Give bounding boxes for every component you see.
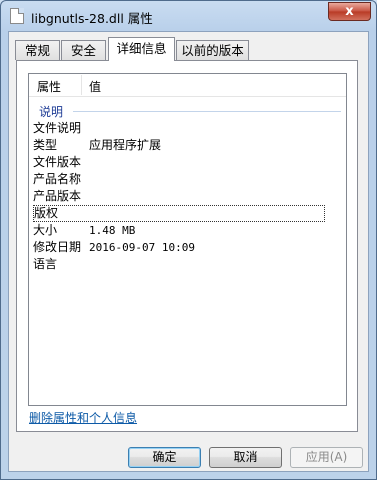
property-name: 语言 [33,257,58,271]
tab-details[interactable]: 详细信息 [108,37,175,61]
list-item[interactable]: 版权 [33,205,325,222]
window-title: libgnutls-28.dll 属性 [31,11,153,26]
property-name: 修改日期 [33,240,82,254]
column-header-value[interactable]: 值 [89,78,101,95]
property-name: 文件说明 [33,121,82,135]
property-name: 文件版本 [33,155,82,169]
remove-properties-link[interactable]: 删除属性和个人信息 [29,409,137,426]
close-button[interactable]: x [328,2,371,21]
property-name: 大小 [33,223,58,237]
dialog-body: 常规 安全 详细信息 以前的版本 属性 值 说明 文件说明 类型 应用程序扩展 [8,31,369,472]
group-divider [73,111,341,112]
list-item[interactable]: 类型 应用程序扩展 [33,137,325,154]
details-list[interactable]: 属性 值 说明 文件说明 类型 应用程序扩展 文件版本 产品名称 产品版本 版权… [28,73,347,406]
list-item[interactable]: 产品版本 [33,188,325,205]
tab-previous-versions[interactable]: 以前的版本 [176,40,249,60]
property-value: 2016-09-07 10:09 [89,241,195,254]
file-icon [10,8,24,24]
property-name: 产品名称 [33,172,82,186]
list-item[interactable]: 修改日期 2016-09-07 10:09 [33,239,325,256]
list-header: 属性 值 [29,74,346,97]
list-item[interactable]: 文件说明 [33,120,325,137]
property-name: 类型 [33,138,58,152]
property-name: 版权 [34,206,59,220]
tab-security[interactable]: 安全 [61,40,106,60]
tab-general[interactable]: 常规 [15,40,60,60]
ok-button[interactable]: 确定 [128,447,201,468]
cancel-button[interactable]: 取消 [209,447,282,468]
property-value: 1.48 MB [89,224,136,237]
list-item[interactable]: 产品名称 [33,171,325,188]
list-item[interactable]: 语言 [33,256,325,273]
column-divider[interactable] [81,75,82,95]
column-header-property[interactable]: 属性 [37,78,61,95]
details-panel: 属性 值 说明 文件说明 类型 应用程序扩展 文件版本 产品名称 产品版本 版权… [16,60,358,432]
title-bar[interactable]: libgnutls-28.dll 属性 x [1,1,376,31]
property-name: 产品版本 [33,189,82,203]
apply-button[interactable]: 应用(A) [290,447,363,468]
property-value: 应用程序扩展 [89,138,162,152]
group-label-description: 说明 [39,105,64,119]
properties-window: libgnutls-28.dll 属性 x 常规 安全 详细信息 以前的版本 属… [0,0,377,480]
list-item[interactable]: 文件版本 [33,154,325,171]
list-item[interactable]: 大小 1.48 MB [33,222,325,239]
